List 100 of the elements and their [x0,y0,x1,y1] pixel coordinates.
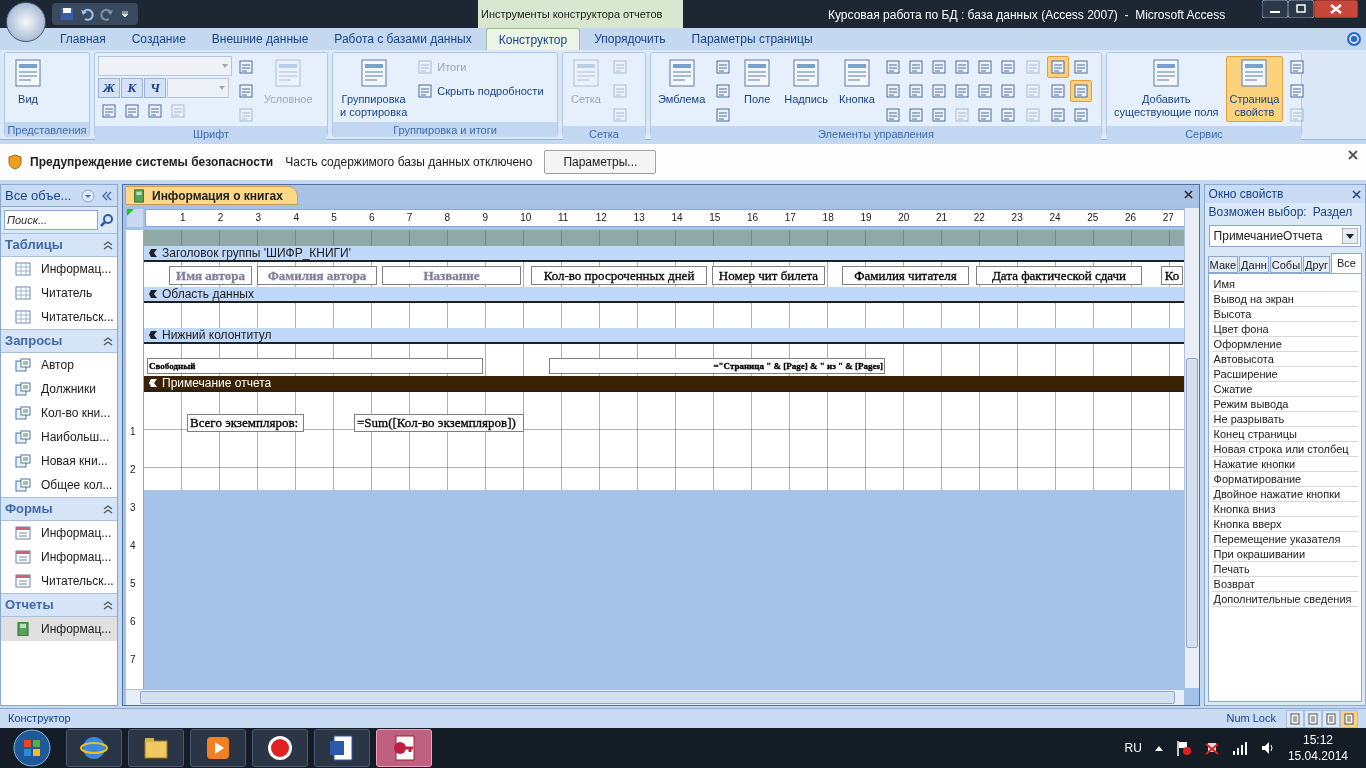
section-bar[interactable]: Область данных [144,287,1184,303]
section-title: Заголовок группы 'ШИФР_КНИГИ' [162,245,352,262]
taskbar-button[interactable] [252,729,308,767]
list-icon [417,83,434,99]
ruler-number: 22 [973,212,985,224]
close-icon[interactable] [1352,189,1361,199]
minimize-button[interactable] [1262,0,1288,18]
property-name: Вывод на экран [1211,292,1358,307]
ribbon-tab[interactable]: Параметры страницы [679,28,825,50]
search-icon[interactable] [100,213,114,227]
group-header[interactable]: Запросы [1,329,117,353]
signal-icon[interactable] [1231,740,1248,756]
list-icon [907,59,924,75]
list-icon [1072,59,1089,75]
undo-icon[interactable] [80,7,94,21]
property-tab[interactable]: Собы [1269,256,1303,273]
property-tab[interactable]: Маке [1207,256,1239,273]
flag-icon[interactable] [1175,740,1192,756]
arrow-icon [148,330,158,340]
search-field[interactable]: Поиск... [4,210,98,230]
arrow-icon [148,378,158,388]
taskbar-button[interactable] [376,729,432,767]
clock-date[interactable]: 15.04.2014 [1287,748,1348,764]
group-label: Представления [5,122,89,137]
object-dropdown[interactable]: ПримечаниеОтчета [1208,225,1361,247]
property-name: Перемещение указателя [1211,532,1358,547]
taskbar-button[interactable] [66,729,122,767]
property-name: При окрашивании [1211,547,1358,562]
ribbon-tab[interactable]: Конструктор [485,28,581,50]
ribbon-button[interactable]: Вид [8,56,48,122]
format-button[interactable]: Ж [98,78,120,98]
property-name: Возврат [1211,577,1358,592]
selection-value: Раздел [1312,204,1353,221]
taskbar-button[interactable] [128,729,184,767]
scrollbar[interactable] [126,689,1184,705]
up-arrow-icon[interactable] [1153,744,1164,752]
view-button[interactable] [1340,709,1358,728]
restore-button[interactable] [1288,0,1314,18]
ribbon-tab[interactable]: Работа с базами данных [322,28,484,50]
ribbon-tab[interactable]: Главная [48,28,118,50]
scroll-thumb[interactable] [140,691,1175,704]
document-tab[interactable]: Информация о книгах [125,186,298,205]
view-button[interactable] [1322,709,1340,728]
view-button[interactable] [1304,709,1322,728]
view-button[interactable] [1286,709,1304,728]
section-bar[interactable]: Нижний колонтитул [144,328,1184,344]
ribbon-button[interactable]: Группировка и сортировка [336,56,412,122]
property-tab[interactable]: Данн [1239,256,1269,273]
dropdown-icon[interactable] [1342,228,1358,244]
clock-time[interactable]: 15:12 [1302,732,1333,748]
ribbon-tab[interactable]: Создание [119,28,198,50]
ribbon-button[interactable]: Эмблема [654,56,710,122]
report-selector[interactable] [126,208,144,228]
close-icon[interactable] [1348,150,1358,160]
scrollbar[interactable] [1183,208,1199,688]
taskbar-button[interactable] [314,729,370,767]
ribbon-button[interactable]: Скрыть подробности [414,80,547,102]
property-name: Расширение [1211,367,1358,382]
customize-icon[interactable] [120,9,130,19]
ribbon-button[interactable]: Добавить существующие поля [1110,56,1223,122]
property-tab[interactable]: Все [1331,253,1362,273]
ribbon-button[interactable]: Кнопка [835,56,879,122]
scroll-thumb[interactable] [1185,358,1198,648]
close-button[interactable] [1314,0,1358,18]
ribbon-button[interactable]: Надпись [780,56,833,122]
list-icon [1072,107,1089,123]
speaker-icon[interactable] [1259,740,1276,756]
taskbar-button[interactable] [190,729,246,767]
ribbon-tab[interactable]: Внешние данные [199,28,321,50]
section-bar[interactable]: Заголовок группы 'ШИФР_КНИГИ' [144,246,1184,262]
ribbon-button[interactable]: Поле [737,56,778,122]
ribbon-button[interactable]: Страница свойств [1225,56,1284,122]
ruler-number: 24 [1049,212,1061,224]
language-indicator[interactable]: RU [1124,739,1142,757]
tool-button[interactable] [1069,80,1092,102]
report-label: Номер чит билета [712,266,825,285]
ruler-number: 5 [130,578,136,590]
collapse-icon[interactable] [101,190,113,201]
start-button[interactable] [12,728,52,768]
office-button[interactable] [6,2,46,42]
nav-item[interactable]: Информац... [1,617,117,641]
format-button[interactable]: К [121,78,143,98]
format-button[interactable]: Ч [144,78,166,98]
group-header[interactable]: Таблицы [1,233,117,257]
group-header[interactable]: Отчеты [1,593,117,617]
document-icon [328,734,356,762]
save-icon[interactable] [60,7,74,21]
page-icon [1343,712,1355,725]
help-icon[interactable] [1346,31,1362,47]
close-icon[interactable] [1183,190,1193,199]
property-tab[interactable]: Друг [1303,256,1331,273]
report-label: Имя автора [169,266,252,285]
list-icon [953,59,970,75]
group-header[interactable]: Формы [1,497,117,521]
section-bar[interactable]: Примечание отчета [144,376,1184,392]
options-button[interactable]: Параметры... [544,150,657,174]
ruler-number: 3 [130,502,136,514]
ribbon-tab[interactable]: Упорядочить [582,28,678,50]
tool-button[interactable] [1046,56,1069,78]
power-icon[interactable] [1203,740,1220,756]
